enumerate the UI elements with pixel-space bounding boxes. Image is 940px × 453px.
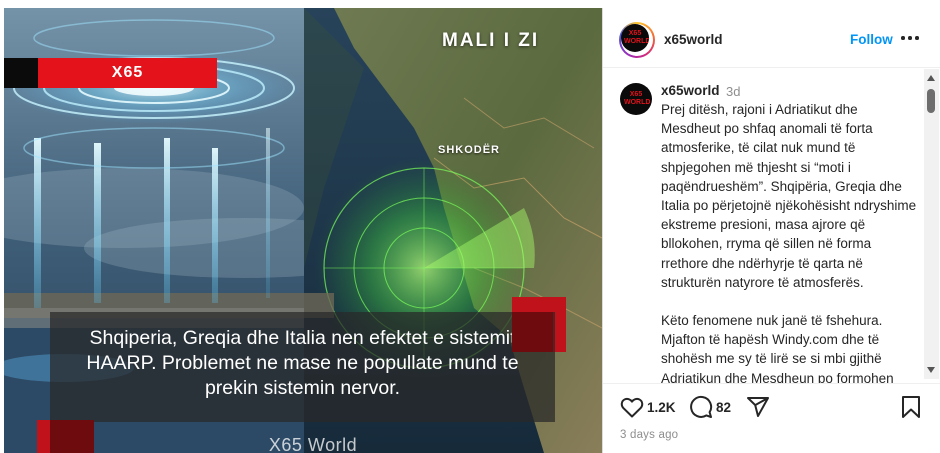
post-header: X65 WORLD x65world Follow [603,8,940,68]
comment-count[interactable]: 82 [716,400,731,415]
share-icon [747,397,769,417]
comment-button[interactable]: 82 [689,394,731,420]
brand-tag-text: X65 [111,64,144,81]
like-count[interactable]: 1.2K [647,400,676,415]
post-time-ago[interactable]: 3 days ago [620,429,678,441]
share-button[interactable] [746,394,770,420]
comment-time: 3d [726,84,741,99]
save-button[interactable] [900,394,922,420]
comment-username[interactable]: x65world [661,83,720,98]
comment-paragraph-2: Këto fenomene nuk janë të fshehura. Mjaf… [661,313,894,383]
author-username[interactable]: x65world [664,32,723,47]
post-side-panel: X65 WORLD x65world Follow X65 WORLD x65w… [602,8,940,453]
comment-icon [690,395,713,418]
like-button[interactable]: 1.2K [620,394,676,420]
comment-body: Prej ditësh, rajoni i Adriatikut dhe Mes… [661,100,919,383]
post-actions: 1.2K 82 3 days ago [603,383,940,453]
comment-avatar-text: X65 WORLD [624,91,651,106]
post-image[interactable]: X65 MALI I ZI SHKODËR Shqiperia, Greqia … [4,8,602,453]
decor-dark-square [512,312,553,352]
post-viewer: X65 MALI I ZI SHKODËR Shqiperia, Greqia … [0,0,940,453]
scroll-up-icon[interactable] [927,75,935,81]
scroll-thumb[interactable] [927,89,935,113]
comments-scrollbar[interactable] [924,69,939,379]
avatar-text: X65 WORLD [624,30,649,45]
comments-section[interactable]: X65 WORLD x65world 3d Prej ditësh, rajon… [603,69,940,383]
map-country-label: MALI I ZI [442,30,540,51]
caption-box: Shqiperia, Greqia dhe Italia nen efektet… [50,312,555,422]
map-city-label: SHKODËR [438,144,501,156]
brand-tag: X65 [4,58,217,88]
post-caption: Shqiperia, Greqia dhe Italia nen efektet… [86,327,519,399]
author-avatar[interactable]: X65 WORLD [619,22,655,58]
heart-icon [620,397,644,418]
scroll-down-icon[interactable] [927,367,935,373]
author-avatar-image: X65 WORLD [621,24,649,52]
more-options-icon[interactable] [901,27,923,47]
brand-tag-block [4,58,38,88]
follow-button[interactable]: Follow [850,32,893,47]
comment-avatar[interactable]: X65 WORLD [620,83,652,115]
footer-brand: X65 World [268,435,358,453]
bookmark-icon [902,396,920,418]
comment-paragraph-1: Prej ditësh, rajoni i Adriatikut dhe Mes… [661,102,917,290]
